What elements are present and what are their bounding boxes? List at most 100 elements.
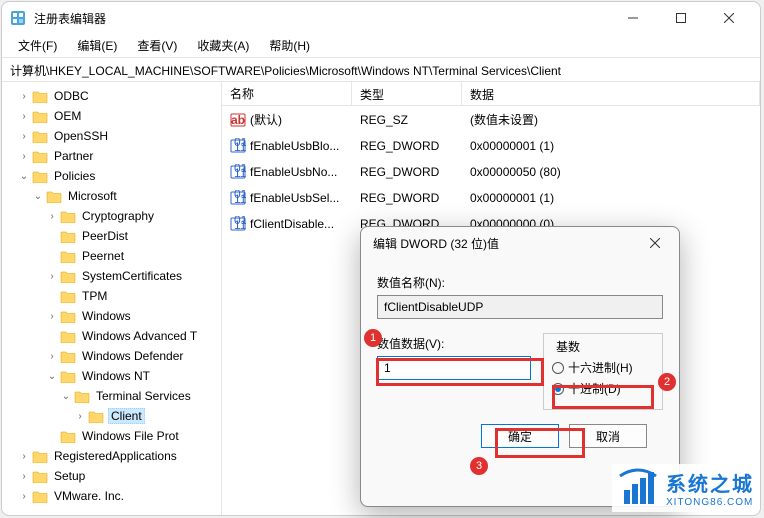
tree-item-label: Windows: [80, 308, 133, 324]
value-data: 0x00000001 (1): [462, 137, 760, 155]
folder-icon: [46, 189, 62, 203]
value-name: fEnableUsbSel...: [250, 191, 339, 205]
tree-item[interactable]: ›Windows Defender: [2, 346, 221, 366]
tree-item[interactable]: Windows File Prot: [2, 426, 221, 446]
menu-file[interactable]: 文件(F): [10, 35, 65, 56]
chevron-down-icon[interactable]: ⌄: [44, 371, 60, 382]
tree-item-label: Policies: [52, 168, 97, 184]
chevron-right-icon[interactable]: ›: [44, 211, 60, 222]
tree-item[interactable]: ›VMware. Inc.: [2, 486, 221, 506]
menu-help[interactable]: 帮助(H): [261, 35, 318, 56]
tree-item-label: Client: [108, 408, 145, 424]
tree-item-label: Setup: [52, 468, 87, 484]
tree-item-label: RegisteredApplications: [52, 448, 179, 464]
tree-item-label: PeerDist: [80, 228, 130, 244]
dword-value-icon: [230, 138, 246, 154]
folder-icon: [60, 309, 76, 323]
tree-item[interactable]: PeerDist: [2, 226, 221, 246]
dialog-close-button[interactable]: [643, 237, 667, 251]
chevron-right-icon[interactable]: ›: [16, 111, 32, 122]
tree-item[interactable]: ⌄Windows NT: [2, 366, 221, 386]
chevron-right-icon[interactable]: ›: [16, 471, 32, 482]
chevron-right-icon[interactable]: ›: [16, 131, 32, 142]
chevron-right-icon[interactable]: ›: [44, 311, 60, 322]
tree-item[interactable]: ›SystemCertificates: [2, 266, 221, 286]
chevron-right-icon[interactable]: ›: [16, 451, 32, 462]
ok-button[interactable]: 确定: [481, 424, 559, 448]
tree-item[interactable]: ⌄ Terminal Services: [2, 386, 221, 406]
folder-icon: [60, 329, 76, 343]
radio-icon: [552, 383, 564, 395]
value-type: REG_DWORD: [352, 163, 462, 181]
tree-item[interactable]: ⌄ Microsoft: [2, 186, 221, 206]
chevron-right-icon[interactable]: ›: [16, 91, 32, 102]
tree-item[interactable]: Windows Advanced T: [2, 326, 221, 346]
tree-item[interactable]: › Client: [2, 406, 221, 426]
tree-item-label: Cryptography: [80, 208, 156, 224]
dialog-titlebar[interactable]: 编辑 DWORD (32 位)值: [361, 227, 679, 260]
tree-item[interactable]: TPM: [2, 286, 221, 306]
tree-item-label: Terminal Services: [94, 388, 193, 404]
chevron-right-icon[interactable]: ›: [44, 351, 60, 362]
menubar: 文件(F) 编辑(E) 查看(V) 收藏夹(A) 帮助(H): [2, 34, 760, 58]
tree-item[interactable]: ›OpenSSH: [2, 126, 221, 146]
tree-item[interactable]: › Cryptography: [2, 206, 221, 226]
tree-item[interactable]: ⌄ Policies: [2, 166, 221, 186]
chevron-down-icon[interactable]: ⌄: [58, 391, 74, 402]
chevron-down-icon[interactable]: ⌄: [30, 191, 46, 202]
address-bar[interactable]: 计算机\HKEY_LOCAL_MACHINE\SOFTWARE\Policies…: [2, 58, 760, 82]
watermark: 系统之城 XITONG86.COM: [612, 464, 758, 512]
col-header-type[interactable]: 类型: [352, 82, 462, 105]
window-title: 注册表编辑器: [34, 10, 610, 27]
tree-item[interactable]: › Setup: [2, 466, 221, 486]
value-data: 0x00000001 (1): [462, 189, 760, 207]
base-legend: 基数: [552, 338, 584, 355]
list-header[interactable]: 名称 类型 数据: [222, 82, 760, 106]
value-row[interactable]: fEnableUsbBlo...REG_DWORD0x00000001 (1): [222, 133, 760, 159]
base-fieldset: 基数 十六进制(H) 十进制(D): [543, 333, 663, 410]
value-name: fEnableUsbNo...: [250, 165, 337, 179]
menu-favorites[interactable]: 收藏夹(A): [189, 35, 257, 56]
col-header-data[interactable]: 数据: [462, 82, 760, 105]
chevron-right-icon[interactable]: ›: [72, 411, 88, 422]
app-icon: [10, 10, 26, 26]
tree-item[interactable]: ›Partner: [2, 146, 221, 166]
radio-hex-label: 十六进制(H): [568, 359, 633, 376]
folder-icon: [88, 409, 104, 423]
chevron-right-icon[interactable]: ›: [16, 151, 32, 162]
chevron-right-icon[interactable]: ›: [44, 271, 60, 282]
tree-item[interactable]: ›OEM: [2, 106, 221, 126]
dword-value-icon: [230, 164, 246, 180]
minimize-button[interactable]: [610, 2, 656, 34]
chevron-down-icon[interactable]: ⌄: [16, 171, 32, 182]
tree-item-label: Windows Advanced T: [80, 328, 199, 344]
col-header-name[interactable]: 名称: [222, 82, 352, 105]
value-row[interactable]: fEnableUsbSel...REG_DWORD0x00000001 (1): [222, 185, 760, 211]
value-name-label: 数值名称(N):: [377, 274, 663, 291]
tree-item-label: Microsoft: [66, 188, 119, 204]
maximize-button[interactable]: [658, 2, 704, 34]
radio-dec[interactable]: 十进制(D): [552, 380, 654, 397]
tree-item[interactable]: › Windows: [2, 306, 221, 326]
tree-item[interactable]: Peernet: [2, 246, 221, 266]
value-data-field[interactable]: [377, 356, 531, 380]
dword-value-icon: [230, 216, 246, 232]
close-button[interactable]: [706, 2, 752, 34]
value-row[interactable]: (默认)REG_SZ(数值未设置): [222, 106, 760, 133]
menu-edit[interactable]: 编辑(E): [69, 35, 125, 56]
tree-item[interactable]: › RegisteredApplications: [2, 446, 221, 466]
folder-icon: [60, 269, 76, 283]
tree-item-label: Windows File Prot: [80, 428, 181, 444]
menu-view[interactable]: 查看(V): [129, 35, 185, 56]
folder-icon: [60, 289, 76, 303]
folder-icon: [74, 389, 90, 403]
tree-item[interactable]: ›ODBC: [2, 86, 221, 106]
radio-hex[interactable]: 十六进制(H): [552, 359, 654, 376]
value-type: REG_SZ: [352, 111, 462, 129]
folder-icon: [60, 209, 76, 223]
value-row[interactable]: fEnableUsbNo...REG_DWORD0x00000050 (80): [222, 159, 760, 185]
chevron-right-icon[interactable]: ›: [16, 491, 32, 502]
cancel-button[interactable]: 取消: [569, 424, 647, 448]
titlebar[interactable]: 注册表编辑器: [2, 2, 760, 34]
tree-panel[interactable]: ›ODBC›OEM›OpenSSH›Partner ⌄ Policies ⌄ Micro…: [2, 82, 222, 515]
